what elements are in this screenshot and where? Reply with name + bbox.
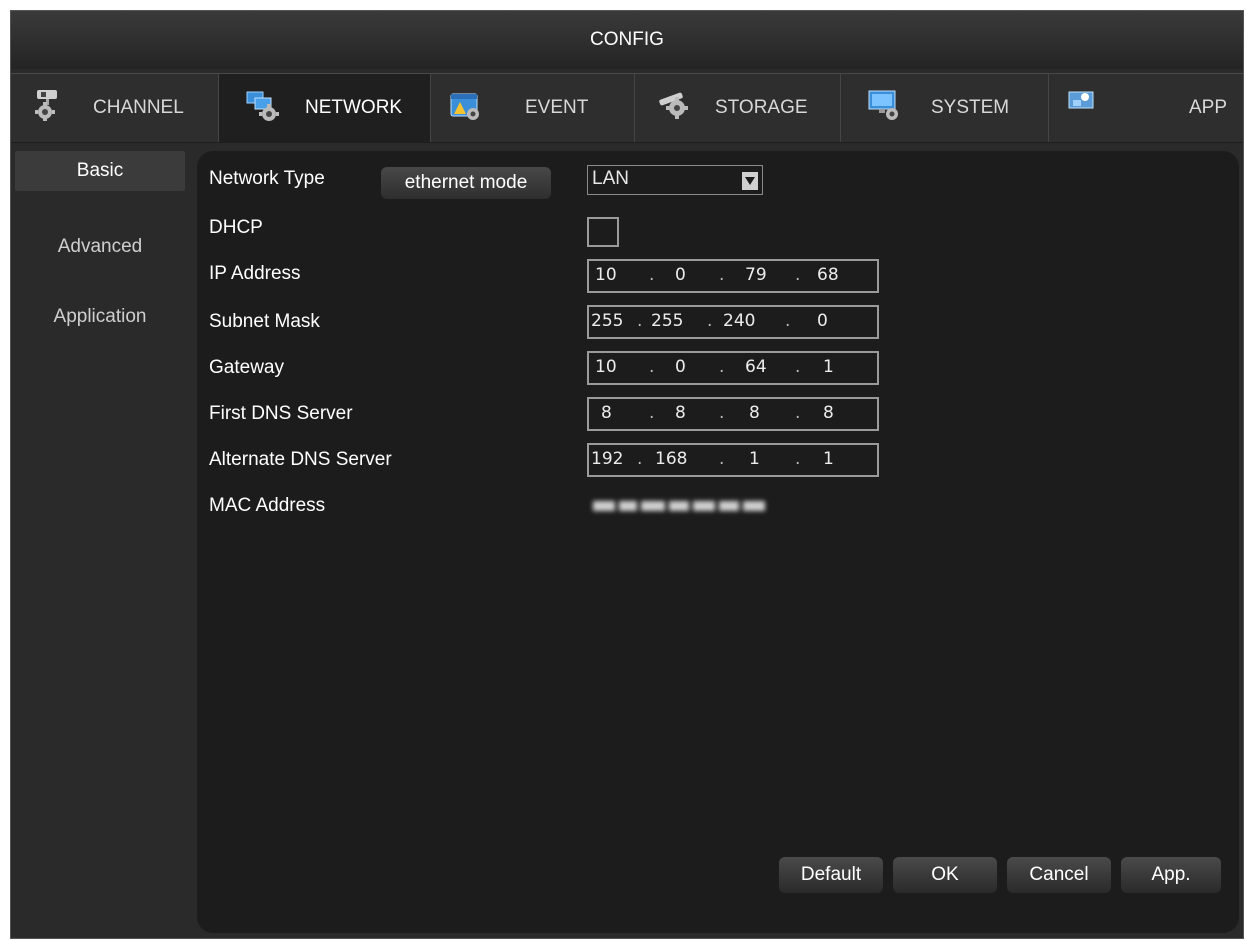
tab-app-label: APP [1188,97,1227,118]
tab-network-label: NETWORK [305,97,403,118]
network-gear-icon [245,88,279,122]
tab-event-label: EVENT [525,97,589,118]
monitor-gear-icon [867,88,901,122]
sidebar-item-label: Basic [76,160,124,181]
octet-separator: . [719,265,725,285]
window-title-bar: CONFIG [11,11,1243,69]
subnet-octet-3: 240 [723,311,756,331]
first-dns-octet-3: 8 [749,403,760,423]
alternate-dns-label: Alternate DNS Server [209,449,392,470]
ethernet-mode-button[interactable]: ethernet mode [381,167,551,199]
cancel-button[interactable]: Cancel [1007,857,1111,893]
alarm-gear-icon [449,88,483,122]
octet-separator: . [649,357,655,377]
ip-octet-2: 0 [675,265,686,285]
ip-address-label: IP Address [209,263,301,284]
dhcp-checkbox[interactable] [587,217,619,247]
network-type-select[interactable]: LAN [587,165,763,195]
disk-gear-icon [657,88,691,122]
sidebar-item-advanced[interactable]: Advanced [15,227,185,267]
network-type-label: Network Type [209,168,325,189]
octet-separator: . [707,311,713,331]
octet-separator: . [719,449,725,469]
octet-separator: . [719,357,725,377]
tab-network[interactable]: NETWORK [219,74,431,142]
camera-gear-icon [33,88,67,122]
alternate-dns-octet-4: 1 [823,449,834,469]
gateway-field[interactable]: 10 . 0 . 64 . 1 [587,351,879,385]
tab-system[interactable]: SYSTEM [841,74,1049,142]
octet-separator: . [637,311,643,331]
first-dns-label: First DNS Server [209,403,353,424]
ip-octet-3: 79 [745,265,767,285]
first-dns-octet-1: 8 [601,403,612,423]
subnet-mask-field[interactable]: 255 . 255 . 240 . 0 [587,305,879,339]
subnet-octet-1: 255 [591,311,624,331]
dhcp-label: DHCP [209,217,263,238]
gateway-label: Gateway [209,357,284,378]
subnet-mask-label: Subnet Mask [209,311,320,332]
gateway-octet-3: 64 [745,357,767,377]
ok-button[interactable]: OK [893,857,997,893]
ip-octet-1: 10 [595,265,617,285]
tab-channel-label: CHANNEL [93,97,184,118]
tab-channel[interactable]: CHANNEL [11,74,219,142]
network-type-value: LAN [592,168,629,189]
window-title: CONFIG [590,29,664,50]
alternate-dns-octet-2: 168 [655,449,688,469]
apply-button[interactable]: App. [1121,857,1221,893]
tab-storage[interactable]: STORAGE [635,74,841,142]
ip-address-field[interactable]: 10 . 0 . 79 . 68 [587,259,879,293]
gateway-octet-4: 1 [823,357,834,377]
sidebar-item-label: Advanced [57,236,143,257]
octet-separator: . [795,265,801,285]
default-button[interactable]: Default [779,857,883,893]
gateway-octet-1: 10 [595,357,617,377]
octet-separator: . [795,449,801,469]
tab-app[interactable]: APP [1049,74,1243,142]
sidebar-item-label: Application [53,306,147,327]
tab-system-label: SYSTEM [931,97,1010,118]
octet-separator: . [795,357,801,377]
octet-separator: . [649,403,655,423]
config-window: CONFIG CHANNEL NETWORK EVENT STORAGE SYS… [10,10,1244,939]
app-icon [1067,88,1101,122]
mac-address-value-redacted [589,495,789,517]
first-dns-octet-4: 8 [823,403,834,423]
sidebar-item-application[interactable]: Application [15,297,185,337]
tab-storage-label: STORAGE [715,97,808,118]
sidebar: Basic Advanced Application [11,143,189,938]
subnet-octet-4: 0 [817,311,828,331]
octet-separator: . [649,265,655,285]
alternate-dns-octet-1: 192 [591,449,624,469]
ip-octet-4: 68 [817,265,839,285]
alternate-dns-field[interactable]: 192 . 168 . 1 . 1 [587,443,879,477]
octet-separator: . [719,403,725,423]
sidebar-item-basic[interactable]: Basic [15,151,185,191]
first-dns-octet-2: 8 [675,403,686,423]
mac-address-label: MAC Address [209,495,326,516]
octet-separator: . [795,403,801,423]
subnet-octet-2: 255 [651,311,684,331]
gateway-octet-2: 0 [675,357,686,377]
tab-event[interactable]: EVENT [431,74,635,142]
alternate-dns-octet-3: 1 [749,449,760,469]
first-dns-field[interactable]: 8 . 8 . 8 . 8 [587,397,879,431]
main-tab-bar: CHANNEL NETWORK EVENT STORAGE SYSTEM APP [11,73,1243,143]
octet-separator: . [637,449,643,469]
octet-separator: . [785,311,791,331]
chevron-down-icon [742,172,758,190]
